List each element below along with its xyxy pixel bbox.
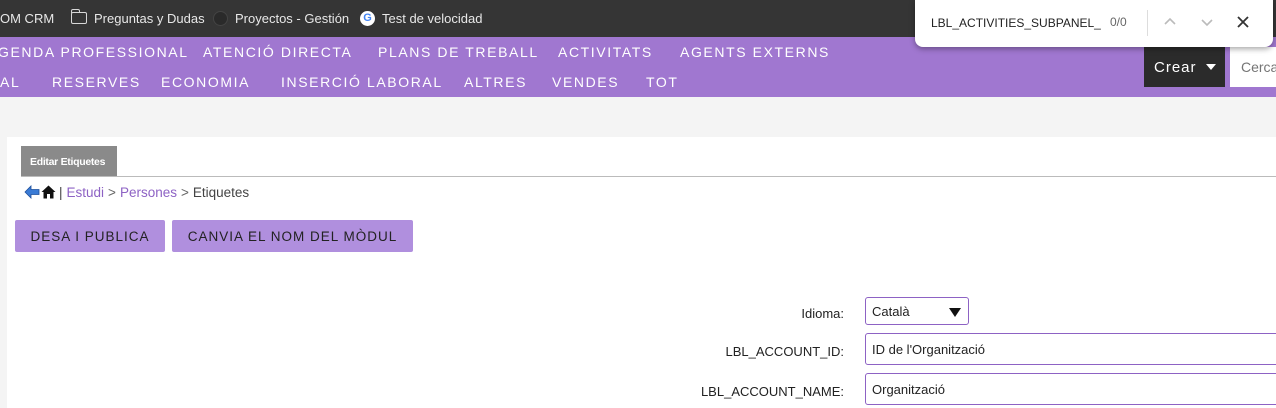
find-input[interactable] — [931, 14, 1101, 32]
chevron-up-icon[interactable] — [1159, 11, 1181, 33]
create-button[interactable]: Crear — [1144, 47, 1225, 87]
field-label-account-id: LBL_ACCOUNT_ID: — [725, 344, 844, 359]
folder-icon — [70, 9, 87, 24]
breadcrumb-separator: | — [59, 184, 63, 200]
rename-module-label: CANVIA EL NOM DEL MÒDUL — [187, 228, 398, 244]
breadcrumb: | Estudi > Persones > Etiquetes — [24, 183, 249, 201]
back-arrow-icon[interactable] — [24, 185, 40, 199]
dropdown-arrow-icon — [949, 308, 961, 317]
language-select[interactable]: Català — [865, 297, 969, 325]
nav-agenda-professional[interactable]: GENDA PROFESSIONAL — [0, 44, 189, 60]
account-id-field[interactable] — [865, 333, 1276, 365]
breadcrumb-separator: > — [180, 184, 189, 200]
field-label-account-name: LBL_ACCOUNT_NAME: — [700, 384, 844, 399]
search-input[interactable] — [1230, 47, 1276, 87]
rename-module-button[interactable]: CANVIA EL NOM DEL MÒDUL — [172, 220, 413, 252]
bookmark-label: Test de velocidad — [382, 10, 483, 26]
bookmark-label: Proyectos - Gestión — [235, 10, 350, 26]
language-label: Idioma: — [801, 306, 844, 321]
bookmark-proyectos[interactable]: Proyectos - Gestión — [213, 9, 349, 27]
bookmark-om-crm[interactable]: OM CRM — [0, 9, 54, 27]
nav-economia[interactable]: ECONOMIA — [161, 74, 250, 90]
breadcrumb-studio-link[interactable]: Estudi — [67, 185, 105, 200]
tab-label: Editar Etiquetes — [30, 155, 106, 168]
find-divider — [1147, 10, 1148, 36]
language-value: Català — [872, 303, 910, 319]
globe-icon — [213, 10, 228, 26]
nav-insercio-laboral[interactable]: INSERCIÓ LABORAL — [281, 74, 443, 90]
nav-al[interactable]: AL — [0, 74, 20, 90]
tab-underline — [21, 176, 1276, 177]
breadcrumb-separator: > — [108, 184, 116, 200]
caret-down-icon — [1205, 64, 1216, 70]
chevron-down-icon[interactable] — [1196, 11, 1218, 33]
save-publish-button[interactable]: DESA I PUBLICA — [15, 220, 165, 252]
bookmark-preguntas[interactable]: Preguntas y Dudas — [70, 9, 205, 27]
bookmark-label: Preguntas y Dudas — [94, 10, 205, 26]
left-gutter — [0, 137, 7, 408]
nav-tot[interactable]: TOT — [646, 74, 679, 90]
close-icon[interactable] — [1232, 11, 1254, 33]
nav-activitats[interactable]: ACTIVITATS — [558, 44, 653, 60]
nav-vendes[interactable]: VENDES — [552, 74, 619, 90]
find-bar: 0/0 — [915, 0, 1273, 47]
breadcrumb-current: Etiquetes — [192, 184, 250, 200]
save-publish-label: DESA I PUBLICA — [30, 228, 150, 244]
find-count: 0/0 — [1110, 15, 1127, 29]
bookmark-test-velocidad[interactable]: G Test de velocidad — [360, 9, 482, 27]
nav-plans-de-treball[interactable]: PLANS DE TREBALL — [378, 44, 539, 60]
create-label: Crear — [1154, 58, 1197, 76]
home-icon[interactable] — [41, 185, 56, 199]
tab-editar-etiquetes[interactable]: Editar Etiquetes — [21, 146, 117, 177]
google-icon: G — [360, 10, 375, 26]
nav-atencio-directa[interactable]: ATENCIÓ DIRECTA — [203, 44, 353, 60]
bookmark-label: OM CRM — [0, 10, 55, 26]
breadcrumb-module-link[interactable]: Persones — [120, 185, 177, 200]
spacer-bar — [0, 97, 1276, 137]
nav-agents-externs[interactable]: AGENTS EXTERNS — [680, 44, 830, 60]
nav-reserves[interactable]: RESERVES — [52, 74, 141, 90]
account-name-field[interactable] — [865, 373, 1276, 405]
nav-altres[interactable]: ALTRES — [464, 74, 527, 90]
